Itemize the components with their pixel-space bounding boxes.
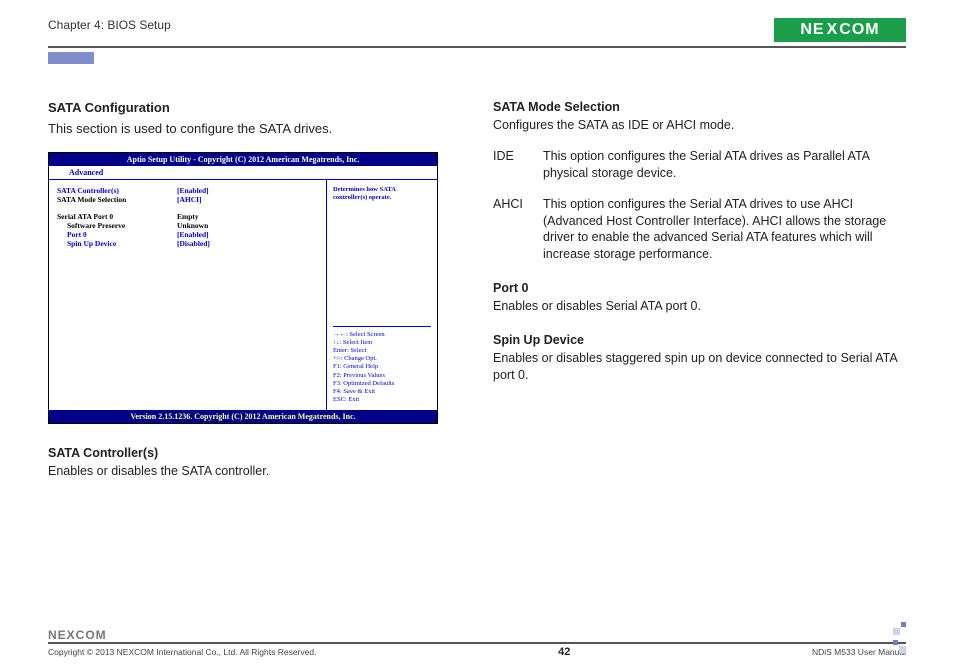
header-divider [48,46,906,48]
bios-key-line: F2: Previous Values [333,372,431,380]
bios-key-line: ↑↓: Select Item [333,339,431,347]
subtext-port0: Enables or disables Serial ATA port 0. [493,298,906,315]
subheading-sata-controllers: SATA Controller(s) [48,446,461,460]
bios-tab-row: Advanced [49,166,437,180]
footer-page-number: 42 [558,646,570,658]
section-intro: This section is used to configure the SA… [48,121,461,136]
bios-key-line: Enter: Select [333,347,431,355]
logo-x: X [825,21,840,39]
bios-val: [Disabled] [177,239,210,248]
bios-row[interactable]: SATA Controller(s)[Enabled] [57,186,318,195]
bios-row[interactable]: Spin Up Device[Disabled] [57,239,318,248]
definition-term: AHCI [493,196,543,264]
subtext-spinup: Enables or disables staggered spin up on… [493,350,906,384]
subtext-sata-mode: Configures the SATA as IDE or AHCI mode. [493,117,906,134]
bios-val: [Enabled] [177,186,209,195]
bios-key-line: +/-: Change Opt. [333,355,431,363]
bios-key-line: F4: Save & Exit [333,388,431,396]
bios-key: SATA Controller(s) [57,186,177,195]
bios-val: Empty [177,212,199,221]
footer-divider [48,642,906,644]
bios-title-bar: Aptio Setup Utility - Copyright (C) 2012… [49,153,437,166]
bios-val: Unknown [177,221,208,230]
brand-logo: NE X COM [774,18,906,42]
page-footer: NEXCOM Copyright © 2013 NEXCOM Internati… [48,628,906,658]
subheading-port0: Port 0 [493,281,906,295]
bios-tab-advanced[interactable]: Advanced [69,168,103,177]
bios-footer-bar: Version 2.15.1236. Copyright (C) 2012 Am… [49,410,437,423]
bios-row: Software PreserveUnknown [57,221,318,230]
bios-key-legend: →←: Select Screen ↑↓: Select Item Enter:… [333,326,431,404]
section-title-sata-config: SATA Configuration [48,100,461,115]
definition-row-ide: IDE This option configures the Serial AT… [493,148,906,182]
bios-help-text: Determines how SATA controller(s) operat… [333,186,431,202]
bios-key: Software Preserve [57,221,177,230]
bios-key-line: F1: General Help [333,363,431,371]
bios-panel: Aptio Setup Utility - Copyright (C) 2012… [48,152,438,424]
bios-key-line: F3: Optimized Defaults [333,380,431,388]
bios-settings-pane: SATA Controller(s)[Enabled] SATA Mode Se… [49,180,327,410]
bios-key: Port 0 [57,230,177,239]
bios-row[interactable]: SATA Mode Selection[AHCI] [57,195,318,204]
chapter-label: Chapter 4: BIOS Setup [48,18,171,32]
logo-suffix: COM [839,21,879,39]
footer-squares-icon [892,622,906,658]
footer-copyright: Copyright © 2013 NEXCOM International Co… [48,647,316,657]
bios-key-line: →←: Select Screen [333,331,431,339]
subtext-sata-controllers: Enables or disables the SATA controller. [48,463,461,480]
footer-logo: NEXCOM [48,628,906,642]
definition-desc: This option configures the Serial ATA dr… [543,148,906,182]
bios-key: SATA Mode Selection [57,195,177,204]
bios-key-line: ESC: Exit [333,396,431,404]
bios-help-pane: Determines how SATA controller(s) operat… [327,180,437,410]
right-column: SATA Mode Selection Configures the SATA … [493,100,906,480]
definition-desc: This option configures the Serial ATA dr… [543,196,906,264]
bios-val: [Enabled] [177,230,209,239]
subheading-sata-mode: SATA Mode Selection [493,100,906,114]
logo-prefix: NE [800,21,824,39]
left-column: SATA Configuration This section is used … [48,100,461,480]
bios-key: Spin Up Device [57,239,177,248]
definition-term: IDE [493,148,543,182]
bios-row: Serial ATA Port 0Empty [57,212,318,221]
subheading-spinup: Spin Up Device [493,333,906,347]
bios-row[interactable]: Port 0[Enabled] [57,230,318,239]
page-tab-stub [48,52,94,64]
bios-val: [AHCI] [177,195,202,204]
bios-key: Serial ATA Port 0 [57,212,177,221]
definition-row-ahci: AHCI This option configures the Serial A… [493,196,906,264]
